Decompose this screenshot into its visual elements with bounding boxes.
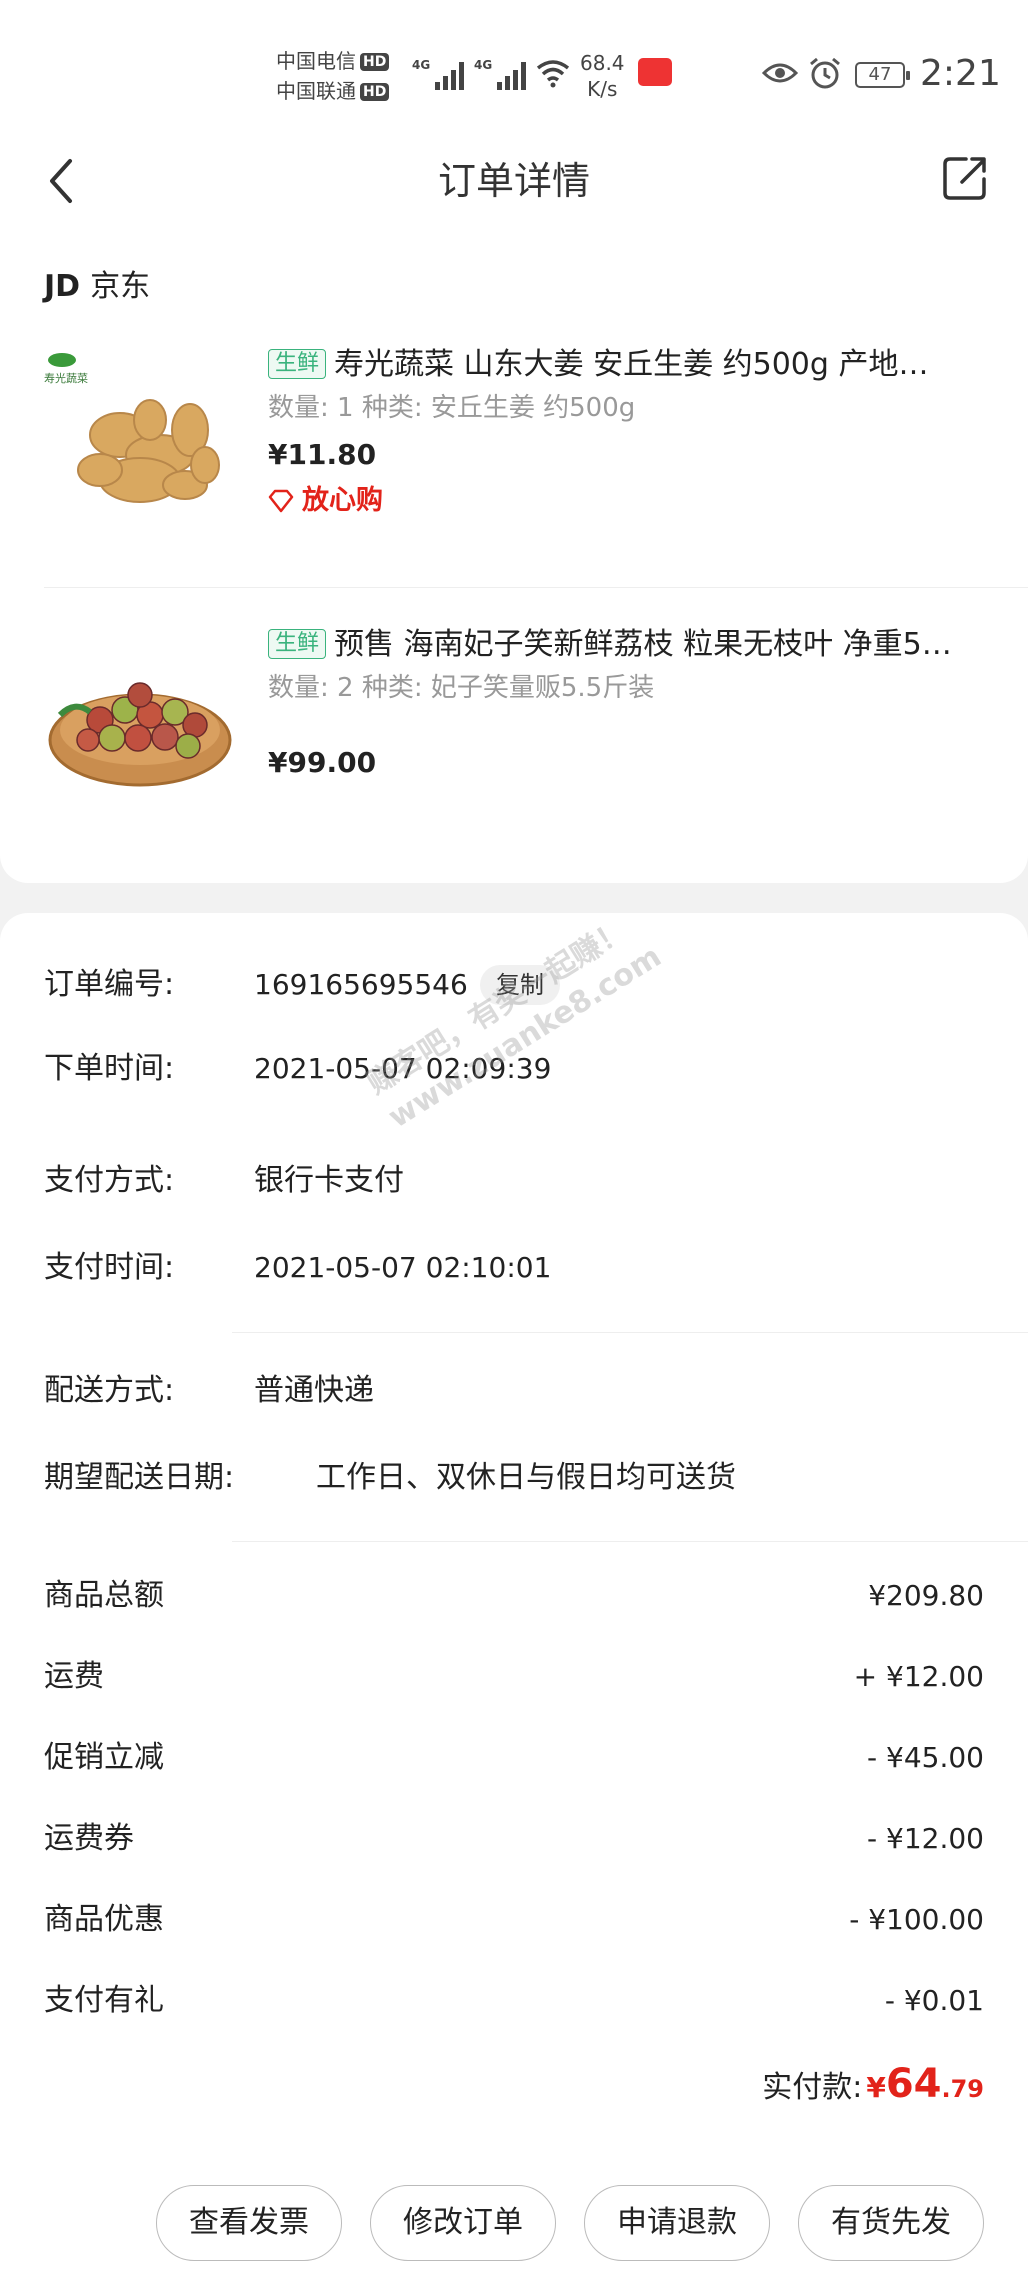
divider	[232, 1332, 1028, 1333]
jd-logo: JD	[44, 269, 81, 304]
amount-value: + ¥12.00	[853, 1660, 984, 1693]
product-item[interactable]: 寿光蔬菜 生鲜 寿光蔬菜 山东大姜 安丘生姜 约500g 产地… 数量: 1 种类…	[0, 335, 1028, 585]
hd-badge: HD	[360, 53, 390, 71]
network-type: 4G	[474, 58, 493, 72]
amount-label: 商品总额	[44, 1578, 164, 1613]
divider	[44, 587, 1028, 588]
amount-label: 促销立减	[44, 1740, 164, 1775]
pay-time-label: 支付时间:	[44, 1250, 175, 1285]
assurance-label: 放心购	[302, 485, 383, 516]
order-number-row: 订单编号: 169165695546 复制	[44, 960, 984, 1010]
amount-value: - ¥0.01	[884, 1984, 984, 2017]
amount-row: 支付有礼 - ¥0.01	[44, 1976, 984, 2026]
order-time-row: 下单时间: 2021-05-07 02:09:39	[44, 1044, 984, 1094]
signal-icon: 4G	[474, 58, 527, 90]
signal-icon: 4G	[412, 58, 465, 90]
diamond-icon	[268, 489, 294, 513]
ginger-product-image: 寿光蔬菜	[40, 340, 240, 540]
amount-label: 运费券	[44, 1821, 134, 1856]
amount-value: - ¥12.00	[867, 1822, 984, 1855]
paid-integer: 64	[885, 2061, 942, 2107]
amount-row: 运费券 - ¥12.00	[44, 1814, 984, 1864]
eye-icon	[762, 63, 798, 83]
pay-method-row: 支付方式: 银行卡支付	[44, 1156, 984, 1206]
product-name: 生鲜 预售 海南妃子笑新鲜荔枝 粒果无枝叶 净重5…	[268, 625, 988, 665]
product-spec: 数量: 2 种类: 妃子笑量贩5.5斤装	[268, 673, 655, 703]
product-price: ¥99.00	[268, 746, 377, 779]
paid-currency: ¥	[866, 2071, 886, 2104]
share-button[interactable]	[940, 153, 990, 203]
pay-method-value: 银行卡支付	[254, 1163, 404, 1198]
amount-value: - ¥100.00	[849, 1903, 984, 1936]
carrier-info: 中国电信 HD 中国联通 HD	[276, 46, 390, 106]
speed-unit: K/s	[587, 77, 618, 101]
modify-order-button[interactable]: 修改订单	[370, 2185, 556, 2261]
amount-label: 运费	[44, 1659, 104, 1694]
order-detail-page: 中国电信 HD 中国联通 HD 4G 4G 68.4 K/s 47 2:21 订…	[0, 0, 1028, 2284]
thumb-brand: 寿光蔬菜	[44, 371, 88, 385]
expected-date-value: 工作日、双休日与假日均可送货	[316, 1460, 736, 1495]
status-bar: 中国电信 HD 中国联通 HD 4G 4G 68.4 K/s 47 2:21	[0, 0, 1028, 125]
bottom-action-bar: 查看发票 修改订单 申请退款 有货先发	[0, 2163, 1028, 2284]
expected-date-row: 期望配送日期: 工作日、双休日与假日均可送货	[44, 1453, 984, 1503]
product-title: 寿光蔬菜 山东大姜 安丘生姜 约500g 产地…	[334, 347, 929, 382]
network-speed: 68.4 K/s	[580, 50, 625, 102]
title-bar: 订单详情	[0, 125, 1028, 235]
order-info-card: 订单编号: 169165695546 复制 下单时间: 2021-05-07 0…	[0, 913, 1028, 2163]
alarm-icon	[810, 57, 840, 89]
hd-badge: HD	[360, 83, 390, 101]
pay-time-value: 2021-05-07 02:10:01	[254, 1251, 552, 1284]
paid-decimal: .79	[941, 2075, 984, 2103]
order-number-value: 169165695546	[254, 968, 468, 1001]
products-card: JD 京东 寿光蔬菜 生鲜 寿光蔬菜 山东大姜 安丘生姜 约500g 产地… 数…	[0, 235, 1028, 883]
amount-value: ¥209.80	[868, 1579, 984, 1612]
page-title: 订单详情	[437, 159, 590, 203]
ship-method-value: 普通快递	[254, 1373, 374, 1408]
request-refund-button[interactable]: 申请退款	[584, 2185, 770, 2261]
product-spec: 数量: 1 种类: 安丘生姜 约500g	[268, 393, 636, 423]
battery-icon: 47	[855, 62, 910, 88]
pay-method-label: 支付方式:	[44, 1163, 175, 1198]
amount-row: 商品优惠 - ¥100.00	[44, 1895, 984, 1945]
view-invoice-button[interactable]: 查看发票	[156, 2185, 342, 2261]
ship-method-row: 配送方式: 普通快递	[44, 1366, 984, 1416]
ship-method-label: 配送方式:	[44, 1373, 175, 1408]
order-time-label: 下单时间:	[44, 1051, 175, 1086]
speed-value: 68.4	[580, 51, 625, 75]
lychee-product-image	[40, 620, 240, 820]
product-name: 生鲜 寿光蔬菜 山东大姜 安丘生姜 约500g 产地…	[268, 345, 988, 385]
amount-label: 支付有礼	[44, 1983, 164, 2018]
carrier-1: 中国电信	[276, 49, 356, 73]
order-time-value: 2021-05-07 02:09:39	[254, 1052, 552, 1085]
network-type: 4G	[412, 58, 431, 72]
amount-label: 商品优惠	[44, 1902, 164, 1937]
order-number-label: 订单编号:	[44, 967, 175, 1002]
pay-time-row: 支付时间: 2021-05-07 02:10:01	[44, 1243, 984, 1293]
copy-button[interactable]: 复制	[480, 965, 560, 1005]
assurance-badge[interactable]: 放心购	[268, 483, 383, 519]
product-item[interactable]: 生鲜 预售 海南妃子笑新鲜荔枝 粒果无枝叶 净重5… 数量: 2 种类: 妃子笑量…	[0, 615, 1028, 865]
shop-name: 京东	[90, 269, 151, 304]
ship-available-first-button[interactable]: 有货先发	[798, 2185, 984, 2261]
app-notification-icon	[638, 58, 672, 86]
amount-row: 商品总额 ¥209.80	[44, 1571, 984, 1621]
product-title: 预售 海南妃子笑新鲜荔枝 粒果无枝叶 净重5…	[334, 627, 952, 662]
divider	[232, 1541, 1028, 1542]
carrier-2: 中国联通	[276, 79, 356, 103]
product-price: ¥11.80	[268, 438, 377, 471]
shop-header[interactable]: JD 京东	[44, 265, 150, 309]
fresh-tag: 生鲜	[268, 629, 327, 659]
paid-label: 实付款:	[762, 2070, 863, 2105]
paid-amount: 实付款: ¥ 64 .79	[762, 2061, 984, 2107]
amount-row: 运费 + ¥12.00	[44, 1652, 984, 1702]
amount-value: - ¥45.00	[867, 1741, 984, 1774]
clock: 2:21	[920, 53, 1001, 94]
fresh-tag: 生鲜	[268, 349, 327, 379]
wifi-icon	[536, 60, 570, 88]
expected-date-label: 期望配送日期:	[44, 1460, 235, 1495]
amount-row: 促销立减 - ¥45.00	[44, 1733, 984, 1783]
